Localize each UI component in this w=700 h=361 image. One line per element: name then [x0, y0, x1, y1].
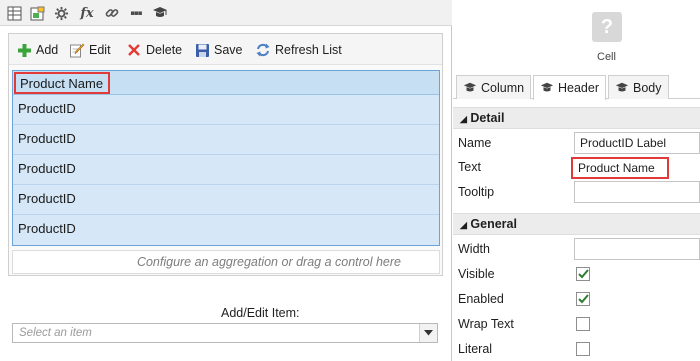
save-button-label: Save — [214, 43, 243, 57]
tab-column[interactable]: Column — [456, 75, 532, 99]
table-row[interactable]: ProductID — [13, 125, 439, 155]
width-field[interactable] — [574, 238, 700, 260]
wrap-text-checkbox[interactable] — [576, 317, 590, 331]
table-row[interactable]: ProductID — [13, 155, 439, 185]
edit-icon — [69, 42, 85, 58]
text-field[interactable]: Product Name — [571, 157, 669, 179]
header-cell-product-name[interactable]: Product Name — [14, 72, 110, 94]
tooltip-label: Tooltip — [458, 185, 495, 199]
tab-header-label: Header — [558, 81, 599, 95]
refresh-list-button-label: Refresh List — [275, 43, 342, 57]
property-tabs: Column Header Body — [453, 75, 700, 100]
wrap-text-label: Wrap Text — [458, 317, 514, 331]
visible-label: Visible — [458, 267, 495, 281]
chevron-down-icon[interactable] — [419, 324, 437, 342]
table-row[interactable]: ProductID — [13, 95, 439, 125]
mortarboard-icon[interactable] — [151, 4, 169, 22]
form-image-icon[interactable] — [28, 4, 46, 22]
checkmark-icon — [577, 294, 589, 304]
edit-button-label: Edit — [89, 43, 111, 57]
add-edit-item-label: Add/Edit Item: — [221, 306, 300, 320]
grid-header: Product Name — [13, 71, 439, 95]
refresh-list-button[interactable]: Refresh List — [255, 41, 342, 59]
aggregation-drop-zone[interactable]: Configure an aggregation or drag a contr… — [12, 250, 440, 274]
select-item-dropdown[interactable]: Select an item — [12, 323, 438, 343]
visible-checkbox[interactable] — [576, 267, 590, 281]
section-detail[interactable]: ◢ Detail — [453, 107, 700, 129]
literal-label: Literal — [458, 342, 493, 356]
edit-button[interactable]: Edit — [69, 41, 111, 59]
save-button[interactable]: Save — [194, 41, 243, 59]
enabled-checkbox[interactable] — [576, 292, 590, 306]
select-item-placeholder: Select an item — [19, 327, 92, 339]
link-icon[interactable] — [103, 4, 121, 22]
mortarboard-icon — [463, 81, 477, 95]
tab-body-label: Body — [633, 80, 662, 95]
tab-body[interactable]: Body — [608, 75, 669, 99]
floppy-icon — [194, 42, 210, 58]
text-label: Text — [458, 160, 481, 174]
checkmark-icon — [577, 269, 589, 279]
properties-pane: ? Cell Column Header Body ◢ Detail Name … — [453, 0, 700, 361]
collapse-triangle-icon: ◢ — [460, 220, 467, 230]
list-toolbar: Add Edit Delete Save Refresh List — [9, 34, 442, 65]
delete-button-label: Delete — [146, 43, 183, 57]
more-icon[interactable]: ▪▪▪ — [127, 4, 145, 22]
section-general-title: General — [470, 217, 517, 231]
mortarboard-icon — [540, 81, 554, 95]
enabled-label: Enabled — [458, 292, 504, 306]
delete-button[interactable]: Delete — [126, 41, 182, 59]
collapse-triangle-icon: ◢ — [460, 114, 467, 124]
table-row[interactable]: ProductID — [13, 185, 439, 215]
width-label: Width — [458, 242, 490, 256]
x-icon — [126, 42, 142, 58]
tab-column-label: Column — [481, 80, 525, 95]
gear-icon[interactable] — [52, 4, 70, 22]
grid-icon[interactable] — [5, 4, 23, 22]
table-row[interactable]: ProductID — [13, 215, 439, 245]
tab-header[interactable]: Header — [533, 75, 606, 100]
refresh-icon — [255, 42, 271, 58]
designer-pane: fx ▪▪▪ Add Edit Delete Save Refresh List… — [0, 0, 452, 361]
name-field[interactable]: ProductID Label — [574, 132, 700, 154]
section-general[interactable]: ◢ General — [453, 213, 700, 235]
cell-type-icon: ? — [592, 12, 622, 42]
add-button-label: Add — [36, 43, 59, 57]
mortarboard-icon — [615, 81, 629, 95]
cell-type-label: Cell — [597, 51, 616, 63]
list-grid[interactable]: Product Name ProductID ProductID Product… — [12, 70, 440, 246]
tooltip-field[interactable] — [574, 181, 700, 203]
fx-icon[interactable]: fx — [78, 4, 96, 22]
add-button[interactable]: Add — [16, 41, 58, 59]
name-label: Name — [458, 136, 492, 150]
section-detail-title: Detail — [470, 111, 505, 125]
list-view-control[interactable]: Add Edit Delete Save Refresh List Produc… — [8, 33, 443, 276]
designer-toolbar: fx ▪▪▪ — [0, 0, 452, 26]
literal-checkbox[interactable] — [576, 342, 590, 356]
plus-icon — [16, 42, 32, 58]
